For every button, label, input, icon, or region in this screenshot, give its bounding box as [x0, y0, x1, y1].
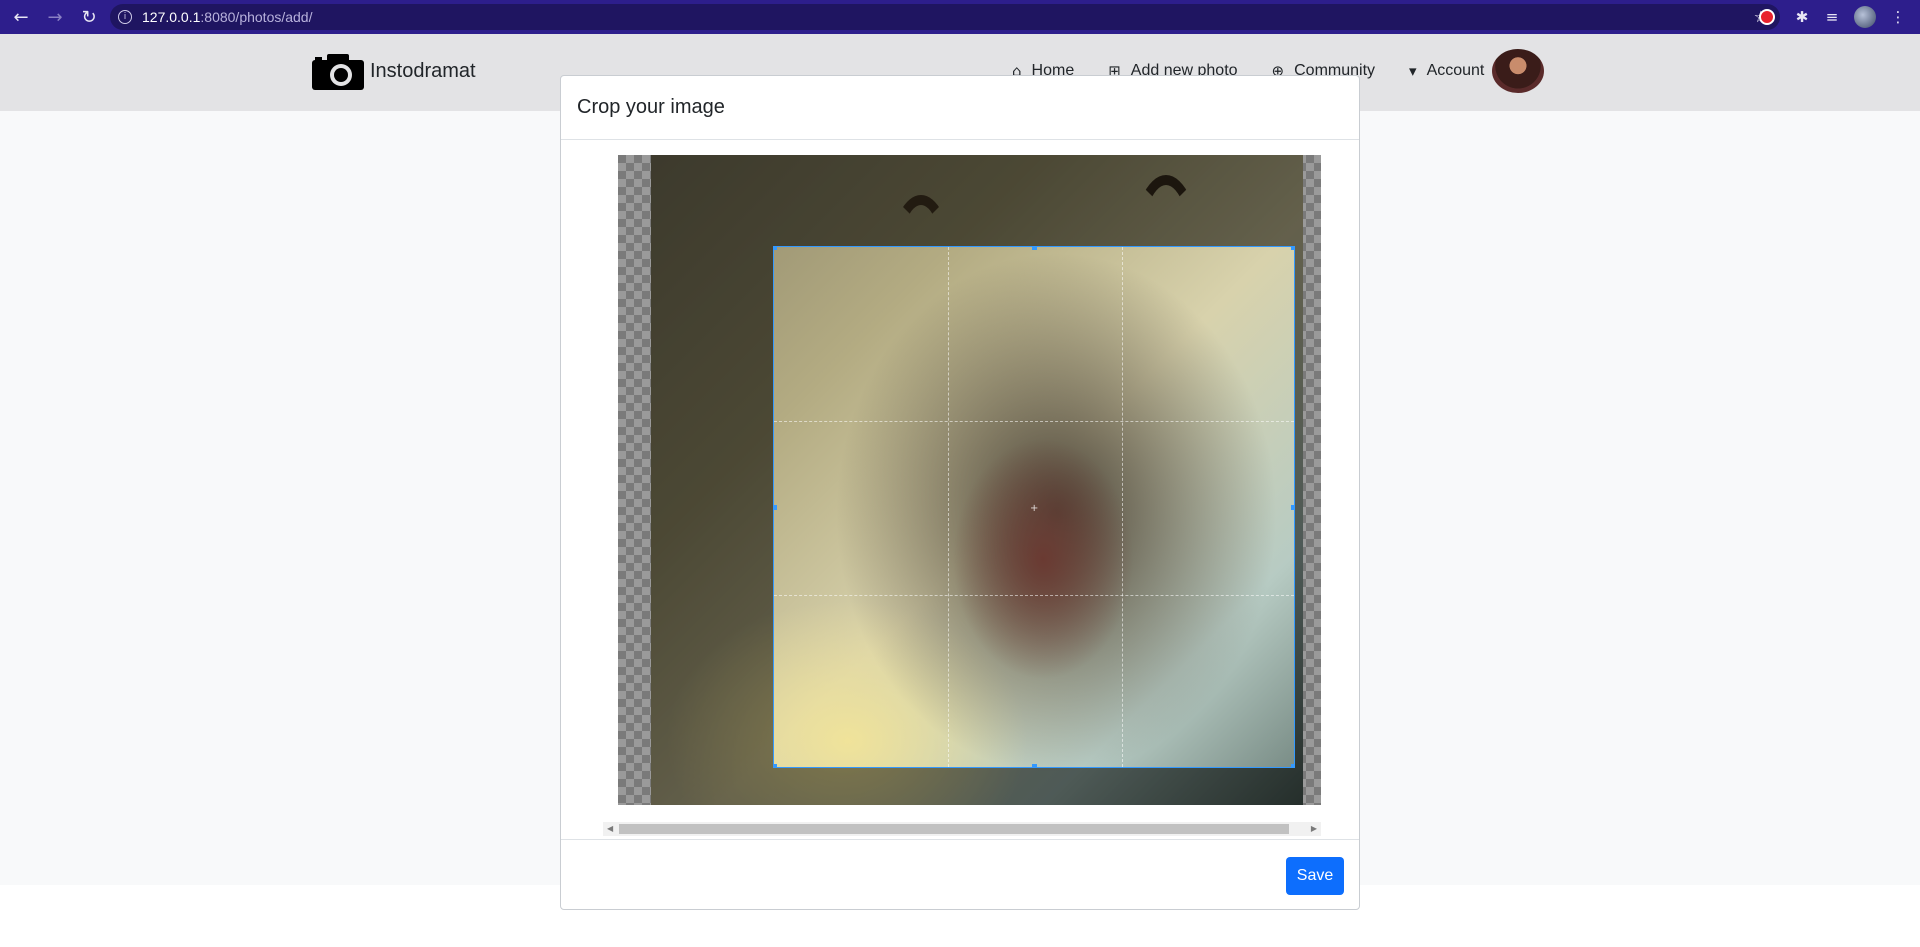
- nav-account-label: Account: [1426, 62, 1485, 79]
- profile-avatar-icon[interactable]: [1853, 5, 1877, 29]
- url-host: 127.0.0.1: [142, 9, 201, 25]
- forward-arrow-icon[interactable]: →: [42, 4, 68, 30]
- extension-red-icon[interactable]: [1755, 5, 1779, 29]
- modal-title: Crop your image: [577, 96, 725, 118]
- scroll-right-icon[interactable]: ▶: [1311, 824, 1317, 833]
- crop-guide-line: [948, 247, 949, 767]
- crop-modal: Crop your image + ◀ ▶ Save: [560, 75, 1360, 910]
- caret-down-square-icon: ▾: [1409, 62, 1417, 80]
- horizontal-scrollbar[interactable]: ◀ ▶: [603, 822, 1321, 836]
- scrollbar-thumb[interactable]: [619, 824, 1289, 834]
- brand-name: Instodramat: [370, 59, 476, 82]
- brand[interactable]: Instodramat: [312, 52, 476, 90]
- crop-guide-line: [774, 421, 1294, 422]
- crop-selection-box[interactable]: +: [773, 246, 1295, 768]
- url-text: 127.0.0.1:8080/photos/add/: [142, 9, 313, 25]
- modal-footer: Save: [561, 839, 1359, 909]
- site-info-icon[interactable]: i: [118, 10, 132, 24]
- extensions-puzzle-icon[interactable]: ✱: [1790, 5, 1814, 29]
- reload-icon[interactable]: ↻: [76, 4, 102, 30]
- crop-handle-sw[interactable]: [774, 764, 777, 767]
- modal-header: Crop your image: [561, 76, 1359, 140]
- crop-guide-line: [774, 595, 1294, 596]
- crop-handle-n[interactable]: [1032, 247, 1037, 250]
- scroll-left-icon[interactable]: ◀: [607, 824, 613, 833]
- address-bar[interactable]: i 127.0.0.1:8080/photos/add/ ☆: [110, 4, 1780, 30]
- crop-guide-line: [1122, 247, 1123, 767]
- crop-handle-ne[interactable]: [1291, 247, 1294, 250]
- avatar[interactable]: [1492, 49, 1545, 93]
- crop-canvas[interactable]: +: [618, 155, 1321, 805]
- browser-menu-icon[interactable]: ⋮: [1886, 5, 1910, 29]
- camera-icon: [312, 54, 364, 90]
- nav-account[interactable]: ▾ Account: [1409, 49, 1545, 93]
- url-path: :8080/photos/add/: [200, 9, 313, 25]
- save-button[interactable]: Save: [1286, 857, 1344, 895]
- back-arrow-icon[interactable]: ←: [8, 4, 34, 30]
- browser-toolbar: ← → ↻ i 127.0.0.1:8080/photos/add/ ☆ ✱ ≡…: [0, 0, 1920, 34]
- crop-center-icon: +: [1030, 503, 1039, 514]
- crop-handle-nw[interactable]: [774, 247, 777, 250]
- crop-handle-se[interactable]: [1291, 764, 1294, 767]
- reading-list-icon[interactable]: ≡: [1820, 5, 1844, 29]
- crop-handle-w[interactable]: [774, 505, 777, 510]
- crop-handle-s[interactable]: [1032, 764, 1037, 767]
- crop-handle-e[interactable]: [1291, 505, 1294, 510]
